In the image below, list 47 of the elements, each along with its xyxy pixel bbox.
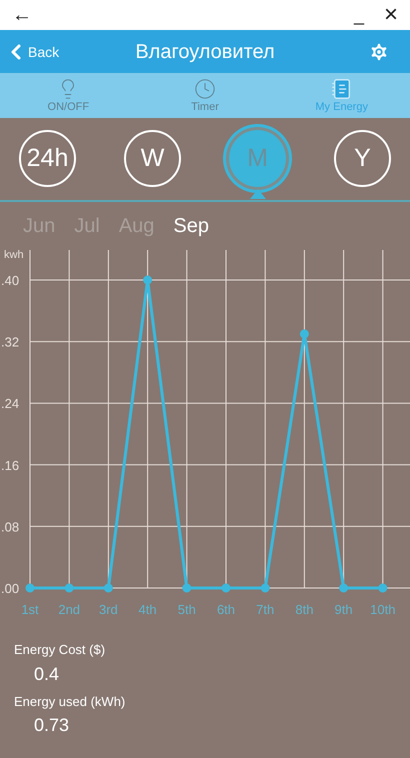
data-point <box>222 584 230 592</box>
month-tab[interactable]: Sep <box>173 210 210 242</box>
x-tick-label: 6th <box>216 602 236 617</box>
clock-icon <box>194 78 216 100</box>
stat-label: Energy used (kWh) <box>14 692 126 711</box>
period-button[interactable]: 24h <box>19 130 76 187</box>
data-point <box>260 584 270 592</box>
y-tick-label: .32 <box>1 334 20 350</box>
data-point <box>26 584 34 592</box>
tab[interactable]: Timer <box>136 73 274 118</box>
x-tick-label: 3rd <box>99 602 118 617</box>
tab[interactable]: ON/OFF <box>0 73 137 118</box>
tab[interactable]: My Energy <box>273 73 410 118</box>
x-tick-label: 9th <box>334 602 353 617</box>
minimize-button[interactable]: _ <box>354 6 364 24</box>
period-button[interactable]: W <box>124 130 181 187</box>
y-tick-label: .16 <box>1 458 20 473</box>
data-point <box>300 329 309 338</box>
page-title: Влагоуловител <box>135 40 275 64</box>
x-tick-label: 5th <box>178 602 196 617</box>
period-button[interactable]: Y <box>334 130 391 187</box>
stat-value: 0.73 <box>33 714 70 737</box>
data-point <box>143 276 152 284</box>
close-button[interactable]: × <box>384 3 398 27</box>
x-tick-label: 8th <box>295 602 314 617</box>
x-tick-label: 1st <box>21 602 39 617</box>
data-point <box>378 584 388 592</box>
data-point <box>182 584 192 592</box>
selection-pointer-icon <box>250 189 266 199</box>
x-tick-label: 2nd <box>58 602 80 617</box>
stat-value: 0.4 <box>33 662 60 686</box>
axis-unit: kwh <box>4 249 24 261</box>
y-tick-label: .08 <box>1 519 20 534</box>
data-point <box>339 584 348 592</box>
x-tick-label: 7th <box>256 602 274 617</box>
x-tick-label: 10th <box>370 602 396 617</box>
period-button[interactable]: M <box>229 130 286 187</box>
back-arrow[interactable]: ← <box>12 5 32 25</box>
data-point <box>64 584 74 592</box>
notepad-icon <box>330 78 353 100</box>
y-tick-label: .00 <box>1 581 20 596</box>
back-button[interactable]: Back <box>0 40 60 64</box>
x-tick-label: 4th <box>138 602 157 617</box>
y-tick-label: .40 <box>1 273 20 288</box>
data-point <box>104 584 113 592</box>
y-tick-label: .24 <box>1 396 20 412</box>
stat-label: Energy Cost ($) <box>14 641 106 659</box>
